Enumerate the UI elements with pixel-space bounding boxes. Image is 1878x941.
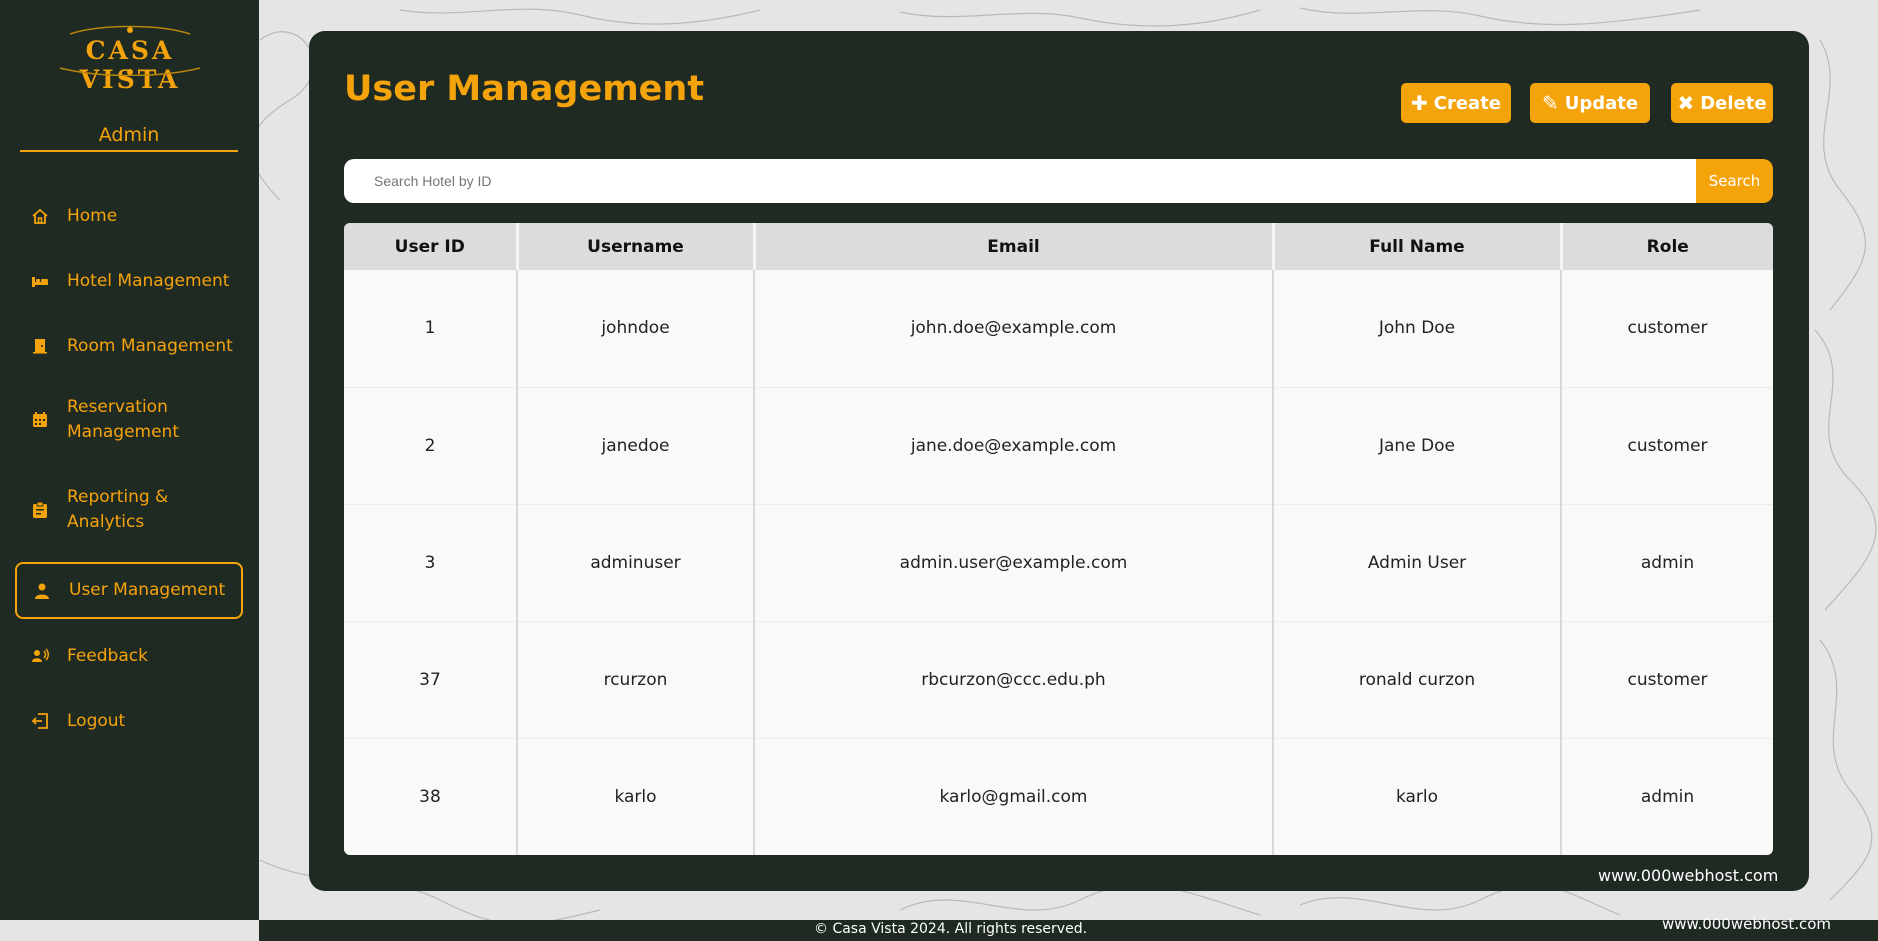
delete-button[interactable]: ✖ Delete — [1671, 83, 1773, 123]
webhost-badge[interactable]: www.000webhost.com — [1662, 915, 1831, 933]
cell-email: admin.user@example.com — [754, 504, 1274, 622]
cell-user-id: 37 — [344, 621, 518, 739]
sidebar-item-label: Home — [67, 205, 118, 226]
sidebar-item-label: Room Management — [67, 335, 233, 356]
cell-username: karlo — [517, 738, 755, 855]
column-header-user-id: User ID — [344, 223, 519, 270]
logout-icon — [29, 710, 51, 732]
footer-copyright: © Casa Vista 2024. All rights reserved. — [814, 921, 1088, 937]
column-header-email: Email — [754, 223, 1275, 270]
cell-role: customer — [1561, 387, 1773, 505]
main-panel: User Management ✚ Create ✎ Update ✖ Dele… — [309, 31, 1809, 891]
cell-email: john.doe@example.com — [754, 270, 1274, 388]
footer: © Casa Vista 2024. All rights reserved. — [259, 920, 1878, 941]
sidebar-item-feedback[interactable]: Feedback — [15, 640, 243, 672]
update-button-label: Update — [1564, 92, 1639, 114]
voice-feedback-icon — [29, 645, 51, 667]
cell-full-name: Admin User — [1273, 504, 1562, 622]
door-icon — [29, 335, 51, 357]
calendar-icon — [29, 409, 51, 431]
logo-ornament-icon — [59, 25, 201, 76]
sidebar-item-room-management[interactable]: Room Management — [15, 330, 243, 362]
cell-user-id: 38 — [344, 738, 518, 855]
cell-role: admin — [1561, 738, 1773, 855]
column-header-username: Username — [517, 223, 756, 270]
cell-role: customer — [1561, 621, 1773, 739]
page-title: User Management — [344, 69, 705, 109]
cell-username: rcurzon — [517, 621, 755, 739]
clipboard-icon — [29, 499, 51, 521]
plus-icon: ✚ — [1410, 91, 1428, 115]
cell-email: karlo@gmail.com — [754, 738, 1274, 855]
users-table: User ID Username Email Full Name Role 1 … — [344, 223, 1773, 855]
delete-button-label: Delete — [1700, 92, 1767, 114]
sidebar-item-reporting-analytics[interactable]: Reporting & Analytics — [15, 485, 243, 535]
cell-username: adminuser — [517, 504, 755, 622]
webhost-badge[interactable]: www.000webhost.com — [1598, 866, 1778, 885]
table-row[interactable]: 3 adminuser admin.user@example.com Admin… — [344, 504, 1773, 622]
sidebar-item-label: Reservation Management — [67, 397, 179, 442]
cell-user-id: 3 — [344, 504, 518, 622]
cell-username: janedoe — [517, 387, 755, 505]
cell-full-name: ronald curzon — [1273, 621, 1562, 739]
bed-icon — [29, 270, 51, 292]
sidebar-item-user-management[interactable]: User Management — [15, 562, 243, 619]
sidebar-item-home[interactable]: Home — [15, 200, 243, 232]
cell-role: customer — [1561, 270, 1773, 388]
sidebar-item-label: Logout — [67, 710, 126, 731]
sidebar-item-reservation-management[interactable]: Reservation Management — [15, 395, 243, 445]
table-row[interactable]: 38 karlo karlo@gmail.com karlo admin — [344, 738, 1773, 855]
sidebar-item-hotel-management[interactable]: Hotel Management — [15, 265, 243, 297]
cell-full-name: karlo — [1273, 738, 1562, 855]
casa-vista-logo[interactable]: CASA VISTA — [40, 24, 220, 94]
table-header-row: User ID Username Email Full Name Role — [344, 223, 1773, 270]
cell-username: johndoe — [517, 270, 755, 388]
sidebar-item-label: Reporting & Analytics — [67, 487, 169, 532]
column-header-full-name: Full Name — [1273, 223, 1563, 270]
user-icon — [31, 580, 53, 602]
sidebar-item-label: User Management — [69, 580, 226, 600]
column-header-role: Role — [1561, 223, 1773, 270]
sidebar: CASA VISTA Admin Home Hotel Management R… — [0, 0, 259, 920]
table-row[interactable]: 37 rcurzon rbcurzon@ccc.edu.ph ronald cu… — [344, 621, 1773, 739]
cell-user-id: 1 — [344, 270, 518, 388]
table-row[interactable]: 1 johndoe john.doe@example.com John Doe … — [344, 270, 1773, 388]
edit-icon: ✎ — [1541, 91, 1559, 115]
cell-email: jane.doe@example.com — [754, 387, 1274, 505]
sidebar-item-label: Hotel Management — [67, 270, 230, 291]
update-button[interactable]: ✎ Update — [1530, 83, 1650, 123]
cell-user-id: 2 — [344, 387, 518, 505]
sidebar-item-label: Feedback — [67, 645, 148, 666]
create-button[interactable]: ✚ Create — [1401, 83, 1511, 123]
cell-full-name: John Doe — [1273, 270, 1562, 388]
cell-full-name: Jane Doe — [1273, 387, 1562, 505]
table-row[interactable]: 2 janedoe jane.doe@example.com Jane Doe … — [344, 387, 1773, 505]
cell-role: admin — [1561, 504, 1773, 622]
sidebar-item-logout[interactable]: Logout — [15, 705, 243, 737]
cell-email: rbcurzon@ccc.edu.ph — [754, 621, 1274, 739]
close-icon: ✖ — [1677, 91, 1695, 115]
search-input[interactable] — [344, 159, 1696, 203]
create-button-label: Create — [1433, 92, 1502, 114]
role-label: Admin — [20, 124, 238, 152]
search-button[interactable]: Search — [1696, 159, 1773, 203]
home-icon — [29, 205, 51, 227]
